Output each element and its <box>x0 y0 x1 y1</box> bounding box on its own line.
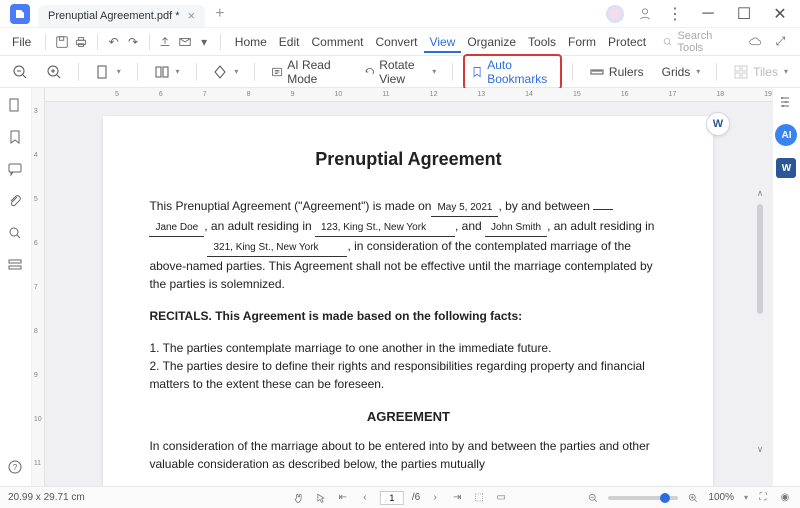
vertical-scrollbar[interactable]: ∧ ∨ <box>754 188 766 456</box>
ai-badge[interactable]: AI <box>775 124 797 146</box>
hand-tool-icon[interactable] <box>292 491 306 505</box>
cloud-icon[interactable] <box>748 34 763 50</box>
menu-tools[interactable]: Tools <box>522 31 562 53</box>
page-layout-button[interactable]: ▾ <box>148 61 186 83</box>
undo-icon[interactable]: ↶ <box>106 34 121 50</box>
page-fit-button[interactable]: ▾ <box>89 61 127 83</box>
page-dimensions: 20.99 x 29.71 cm <box>8 492 85 503</box>
redo-icon[interactable]: ↷ <box>125 34 140 50</box>
rotate-view-button[interactable]: Rotate View▾ <box>358 55 443 89</box>
reading-mode-icon[interactable]: ◉ <box>778 491 792 505</box>
print-icon[interactable] <box>74 34 89 50</box>
user-icon[interactable] <box>636 5 654 23</box>
page-number-input[interactable] <box>380 491 404 505</box>
menu-organize[interactable]: Organize <box>461 31 522 53</box>
panel-settings-icon[interactable] <box>777 94 795 112</box>
tab-title: Prenuptial Agreement.pdf * <box>48 10 179 22</box>
auto-bookmarks-button[interactable]: Auto Bookmarks <box>463 54 562 90</box>
next-page-icon[interactable]: › <box>428 491 442 505</box>
addr2-field[interactable]: 321, King St., New York <box>207 240 347 257</box>
scroll-thumb[interactable] <box>757 204 763 314</box>
name1-field[interactable]: Jane Doe <box>149 220 204 237</box>
document-page: Prenuptial Agreement This Prenuptial Agr… <box>103 116 713 486</box>
zoom-in-button[interactable] <box>40 61 68 83</box>
zoom-in-status-icon[interactable] <box>686 491 700 505</box>
horizontal-ruler: 5678910111213141516171819 <box>45 88 772 102</box>
menu-form[interactable]: Form <box>562 31 602 53</box>
thumbnails-icon[interactable] <box>6 96 24 114</box>
expand-icon[interactable]: ⤢ <box>773 34 788 50</box>
app-logo <box>10 4 30 24</box>
scroll-down-icon[interactable]: ∨ <box>754 444 766 456</box>
dropdown-icon[interactable]: ▾ <box>196 34 211 50</box>
menu-view[interactable]: View <box>424 31 462 53</box>
ai-read-mode-button[interactable]: AI Read Mode <box>265 55 351 89</box>
doc-title: Prenuptial Agreement <box>149 146 667 173</box>
document-tab[interactable]: Prenuptial Agreement.pdf * × <box>38 5 205 27</box>
menu-comment[interactable]: Comment <box>305 31 369 53</box>
minimize-button[interactable]: ─ <box>696 2 720 26</box>
menu-file[interactable]: File <box>6 31 37 53</box>
maximize-button[interactable]: ☐ <box>732 2 756 26</box>
date-field[interactable]: May 5, 2021 <box>431 200 498 217</box>
save-icon[interactable] <box>54 34 69 50</box>
comments-icon[interactable] <box>6 160 24 178</box>
add-tab-button[interactable]: + <box>215 5 224 23</box>
close-window-button[interactable]: ✕ <box>768 2 792 26</box>
page-total: /6 <box>412 492 420 503</box>
fit-page-icon[interactable]: ▭ <box>494 491 508 505</box>
word-export-floater[interactable]: W <box>706 112 730 136</box>
zoom-slider[interactable] <box>608 496 678 500</box>
agreement-heading: AGREEMENT <box>149 407 667 427</box>
name2-field[interactable]: John Smith <box>485 220 547 237</box>
grids-button[interactable]: Grids▾ <box>656 62 707 82</box>
attachments-icon[interactable] <box>6 192 24 210</box>
zoom-value: 100% <box>708 492 734 503</box>
fullscreen-icon[interactable]: ⛶ <box>756 491 770 505</box>
help-icon[interactable]: ? <box>6 458 24 476</box>
search-panel-icon[interactable] <box>6 224 24 242</box>
scroll-up-icon[interactable]: ∧ <box>754 188 766 200</box>
search-tools[interactable]: Search Tools <box>662 30 738 54</box>
recitals-heading: RECITALS. This Agreement is made based o… <box>149 309 522 323</box>
rulers-button[interactable]: Rulers <box>583 61 650 83</box>
menu-edit[interactable]: Edit <box>273 31 306 53</box>
select-tool-icon[interactable] <box>314 491 328 505</box>
close-tab-icon[interactable]: × <box>187 8 195 23</box>
addr1-field[interactable]: 123, King St., New York <box>315 220 455 237</box>
last-page-icon[interactable]: ⇥ <box>450 491 464 505</box>
word-badge[interactable]: W <box>776 158 796 178</box>
zoom-out-button[interactable] <box>6 61 34 83</box>
menu-home[interactable]: Home <box>229 31 273 53</box>
svg-text:?: ? <box>13 463 18 472</box>
menu-convert[interactable]: Convert <box>370 31 424 53</box>
vertical-ruler: 34567891011 <box>32 88 45 486</box>
fields-icon[interactable] <box>6 256 24 274</box>
prev-page-icon[interactable]: ‹ <box>358 491 372 505</box>
zoom-out-status-icon[interactable] <box>586 491 600 505</box>
menu-protect[interactable]: Protect <box>602 31 652 53</box>
background-button[interactable]: ▾ <box>206 61 244 83</box>
upload-icon[interactable] <box>158 34 173 50</box>
email-icon[interactable] <box>177 34 192 50</box>
ai-sparkle-icon[interactable] <box>606 5 624 23</box>
fit-width-icon[interactable]: ⬚ <box>472 491 486 505</box>
kebab-menu-icon[interactable]: ⋮ <box>666 5 684 23</box>
tiles-button[interactable]: Tiles▾ <box>727 61 794 83</box>
bookmarks-icon[interactable] <box>6 128 24 146</box>
search-placeholder: Search Tools <box>677 30 737 54</box>
first-page-icon[interactable]: ⇤ <box>336 491 350 505</box>
